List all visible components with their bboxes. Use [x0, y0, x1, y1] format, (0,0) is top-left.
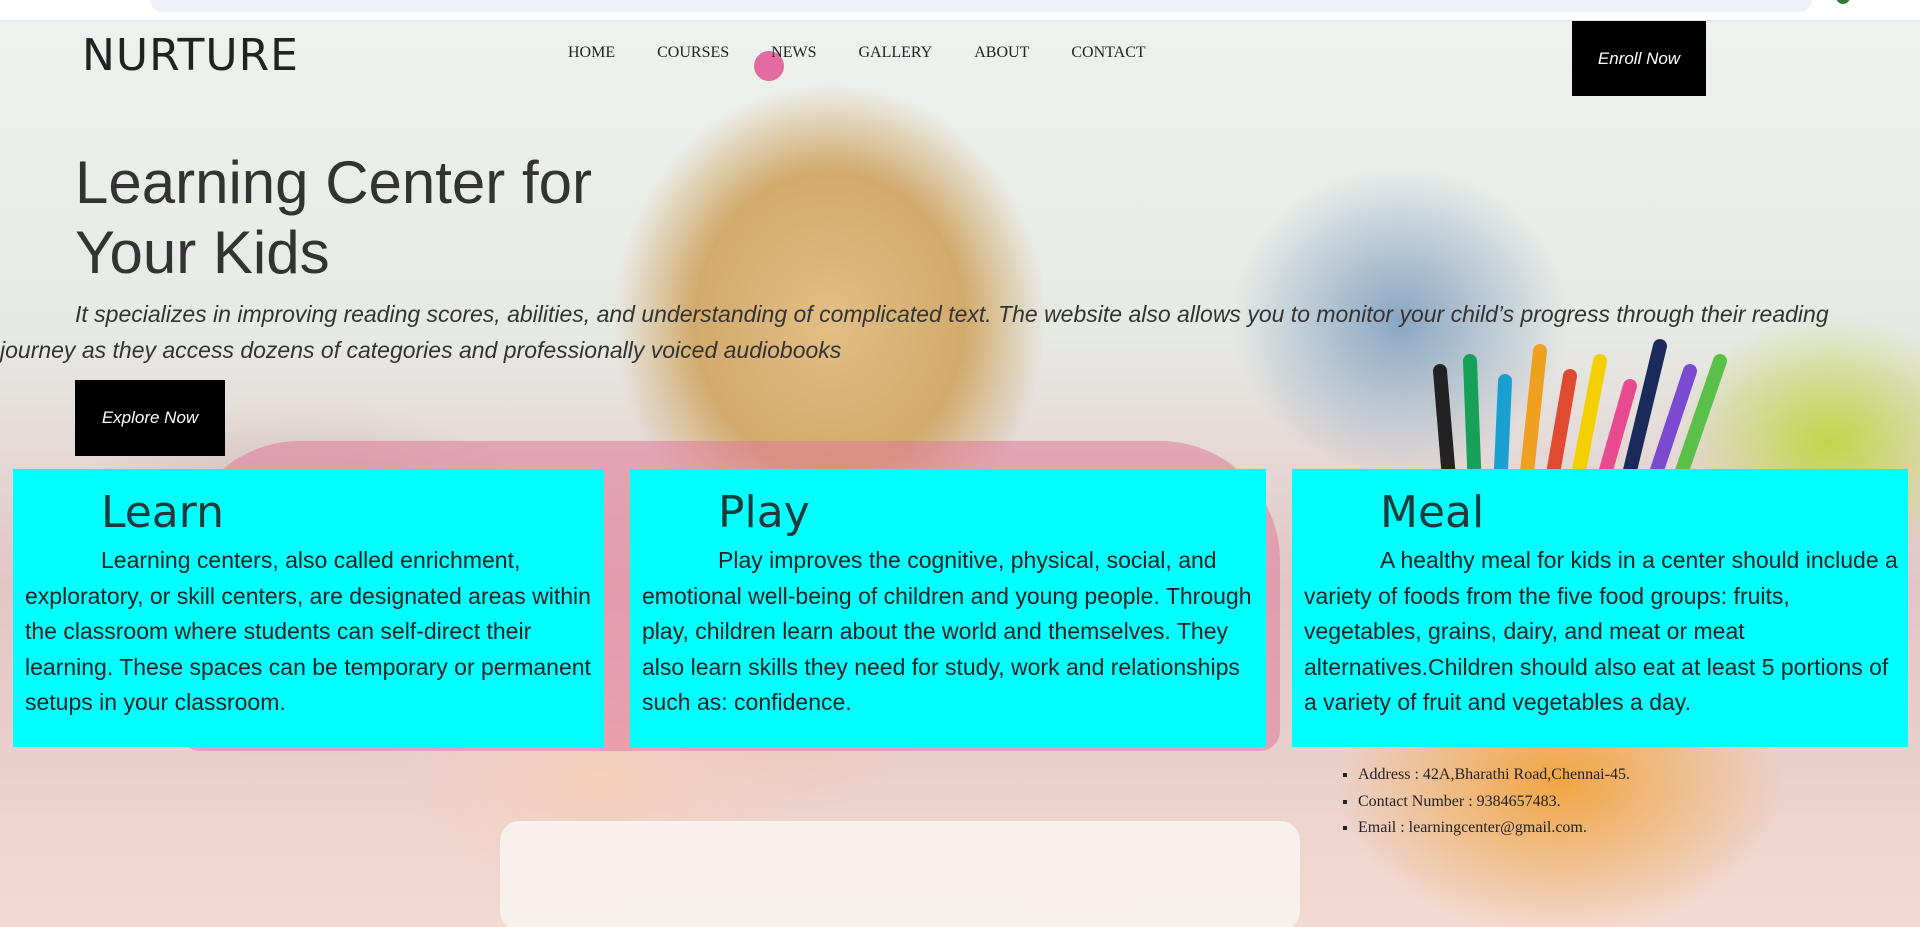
- background-paper: [500, 821, 1300, 927]
- card-title: Meal: [1380, 487, 1485, 538]
- nav-home[interactable]: HOME: [568, 44, 615, 62]
- nav-news[interactable]: NEWS: [771, 44, 816, 62]
- profile-icon[interactable]: [1836, 0, 1850, 4]
- nav-contact[interactable]: CONTACT: [1071, 44, 1145, 62]
- card-text: Learning centers, also called enrichment…: [25, 547, 591, 715]
- browser-chrome: [0, 0, 1920, 20]
- hero-lead: It specializes in improving reading scor…: [0, 301, 1829, 363]
- contact-address: Address : 42A,Bharathi Road,Chennai-45.: [1358, 762, 1630, 789]
- card-meal: Meal A healthy meal for kids in a center…: [1292, 469, 1908, 747]
- explore-button[interactable]: Explore Now: [75, 380, 225, 456]
- contact-phone: Contact Number : 9384657483.: [1358, 789, 1630, 816]
- contact-email: Email : learningcenter@gmail.com.: [1358, 815, 1630, 842]
- site-logo[interactable]: NURTURE: [82, 30, 299, 81]
- address-bar[interactable]: [150, 0, 1812, 12]
- nav-courses[interactable]: COURSES: [657, 44, 729, 62]
- card-text: Play improves the cognitive, physical, s…: [642, 547, 1252, 715]
- hero-title-line1: Learning Center for: [75, 149, 592, 216]
- nav-about[interactable]: ABOUT: [974, 44, 1029, 62]
- nav-gallery[interactable]: GALLERY: [858, 44, 932, 62]
- card-play: Play Play improves the cognitive, physic…: [630, 469, 1266, 747]
- hero-title-line2: Your Kids: [75, 219, 330, 286]
- card-text: A healthy meal for kids in a center shou…: [1304, 547, 1898, 715]
- enroll-button[interactable]: Enroll Now: [1572, 21, 1706, 96]
- card-title: Learn: [101, 487, 224, 538]
- hero-title: Learning Center for Your Kids: [75, 148, 775, 288]
- card-title: Play: [718, 487, 810, 538]
- main-nav: HOME COURSES NEWS GALLERY ABOUT CONTACT: [568, 44, 1188, 62]
- card-learn: Learn Learning centers, also called enri…: [13, 469, 604, 747]
- contact-list: Address : 42A,Bharathi Road,Chennai-45. …: [1340, 762, 1630, 842]
